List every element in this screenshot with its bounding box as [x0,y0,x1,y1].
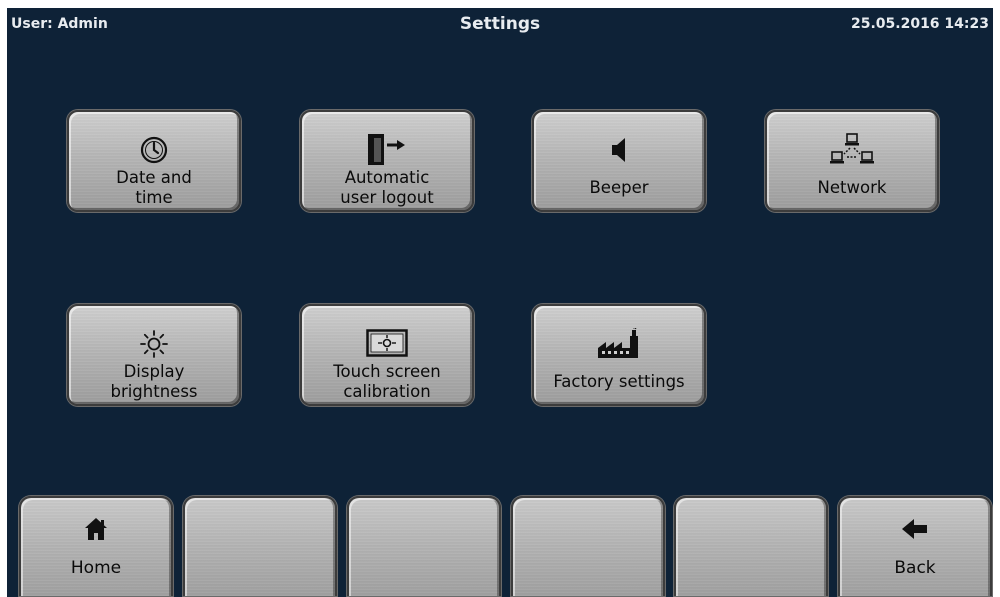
touch-screen-calibration-label-line-2: calibration [343,382,431,401]
home-icon [21,516,171,542]
beeper-label: Beeper [589,178,649,197]
page-title: Settings [459,14,541,34]
network-icon [767,133,937,166]
display-brightness-button[interactable]: Display brightness [67,304,241,406]
back-button[interactable]: Back [838,496,992,596]
date-time: 25.05.2016 14:23 [850,16,989,32]
back-label: Back [894,558,936,578]
settings-screen: User: Admin Settings 25.05.2016 14:23 Da… [7,8,993,597]
clock-icon [69,134,239,166]
network-label: Network [817,178,887,197]
factory-settings-label: Factory settings [553,372,685,391]
automatic-user-logout-label-line-1: Automatic [344,168,430,187]
automatic-user-logout-button[interactable]: Automatic user logout [300,110,474,212]
touch-screen-calibration-label-line-1: Touch screen [333,362,441,381]
factory-icon [534,328,704,360]
date-and-time-label-line-2: time [135,188,173,207]
status-header: User: Admin Settings 25.05.2016 14:23 [7,8,993,42]
factory-settings-button[interactable]: Factory settings [532,304,706,406]
nav-slot-2-button[interactable] [183,496,337,596]
logout-door-icon [302,134,472,166]
display-brightness-label-line-1: Display [123,362,185,381]
date-and-time-button[interactable]: Date and time [67,110,241,212]
date-and-time-label-line-1: Date and [116,168,192,187]
speaker-icon [534,134,704,166]
sun-icon [69,328,239,360]
touch-screen-calibration-button[interactable]: Touch screen calibration [300,304,474,406]
nav-slot-4-button[interactable] [511,496,665,596]
network-button[interactable]: Network [765,110,939,212]
beeper-button[interactable]: Beeper [532,110,706,212]
back-arrow-icon [840,516,990,542]
display-brightness-label-line-2: brightness [110,382,198,401]
home-label: Home [70,558,122,578]
nav-slot-5-button[interactable] [674,496,828,596]
automatic-user-logout-label-line-2: user logout [340,188,434,207]
calibration-target-icon [302,328,472,360]
home-button[interactable]: Home [19,496,173,596]
nav-slot-3-button[interactable] [347,496,501,596]
